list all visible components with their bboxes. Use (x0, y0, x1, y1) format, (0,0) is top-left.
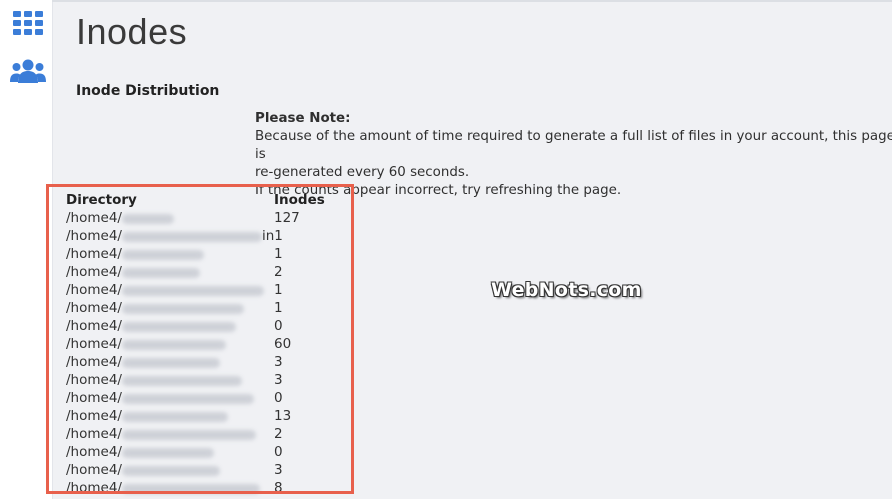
directory-cell: /home4/ (66, 264, 122, 280)
inode-count-cell: 60 (274, 336, 292, 352)
inode-count-cell: 3 (274, 354, 283, 370)
table-row: /home4/1 (66, 246, 356, 264)
inode-count-cell: 8 (274, 480, 283, 496)
inode-count-cell: 127 (274, 210, 300, 226)
table-row: /home4/1 (66, 282, 356, 300)
table-row: /home4/3 (66, 372, 356, 390)
directory-cell: /home4/ (66, 336, 122, 352)
inode-count-cell: 0 (274, 318, 283, 334)
page-title: Inodes (76, 11, 188, 52)
blurred-path (122, 304, 244, 314)
inode-count-cell: 1 (274, 282, 283, 298)
grid-icon[interactable] (12, 10, 44, 36)
blurred-path (122, 394, 254, 404)
directory-cell: /home4/ (66, 300, 122, 316)
inode-count-cell: 0 (274, 444, 283, 460)
note-line-2: re-generated every 60 seconds. (255, 165, 470, 180)
blurred-path (122, 214, 174, 224)
top-border (52, 0, 892, 2)
table-row: /home4/13 (66, 408, 356, 426)
blurred-path (122, 448, 214, 458)
blurred-path (122, 286, 264, 296)
table-row: /home4/8 (66, 480, 356, 498)
directory-cell: /home4/ (66, 426, 122, 442)
note-line-1: Because of the amount of time required t… (255, 129, 892, 162)
table-row: /home4/0 (66, 318, 356, 336)
blurred-path (122, 466, 220, 476)
column-header-inodes: Inodes (274, 192, 325, 208)
column-header-directory: Directory (66, 192, 137, 208)
directory-cell: /home4/ (66, 228, 122, 244)
directory-cell: /home4/ (66, 282, 122, 298)
table-row: /home4/in1 (66, 228, 356, 246)
blurred-path (122, 322, 236, 332)
directory-cell: /home4/ (66, 390, 122, 406)
watermark: WebNots.com (491, 279, 642, 301)
table-row: /home4/2 (66, 264, 356, 282)
inode-count-cell: in1 (262, 228, 283, 244)
inode-count-cell: 3 (274, 372, 283, 388)
inode-count-cell: 1 (274, 246, 283, 262)
blurred-path (122, 484, 260, 494)
directory-cell: /home4/ (66, 318, 122, 334)
directory-cell: /home4/ (66, 462, 122, 478)
inode-count-cell: 0 (274, 390, 283, 406)
blurred-path (122, 268, 200, 278)
blurred-path (122, 340, 226, 350)
section-title: Inode Distribution (76, 83, 220, 99)
table-row: /home4/60 (66, 336, 356, 354)
table-row: /home4/3 (66, 462, 356, 480)
inode-count-cell: 1 (274, 300, 283, 316)
blurred-path (122, 250, 204, 260)
directory-cell: /home4/ (66, 372, 122, 388)
directory-cell: /home4/ (66, 480, 122, 496)
blurred-path (122, 376, 242, 386)
directory-cell: /home4/ (66, 408, 122, 424)
directory-cell: /home4/ (66, 444, 122, 460)
table-row: /home4/0 (66, 390, 356, 408)
directory-cell: /home4/ (66, 210, 122, 226)
inode-count-cell: 2 (274, 426, 283, 442)
inode-count-cell: 13 (274, 408, 292, 424)
directory-cell: /home4/ (66, 354, 122, 370)
table-row: /home4/3 (66, 354, 356, 372)
blurred-path (122, 412, 228, 422)
blurred-path (122, 358, 220, 368)
table-row: /home4/2 (66, 426, 356, 444)
table-row: /home4/0 (66, 444, 356, 462)
inode-count-cell: 3 (274, 462, 283, 478)
table-row: /home4/1 (66, 300, 356, 318)
note-line-3: If the counts appear incorrect, try refr… (255, 183, 622, 198)
note-box: Please Note: Because of the amount of ti… (255, 110, 892, 200)
blurred-path (122, 430, 256, 440)
table-row: /home4/127 (66, 210, 356, 228)
users-icon[interactable] (10, 58, 46, 84)
sidebar (0, 0, 53, 499)
inode-count-cell: 2 (274, 264, 283, 280)
blurred-path (122, 232, 262, 242)
directory-cell: /home4/ (66, 246, 122, 262)
note-title: Please Note: (255, 111, 351, 126)
